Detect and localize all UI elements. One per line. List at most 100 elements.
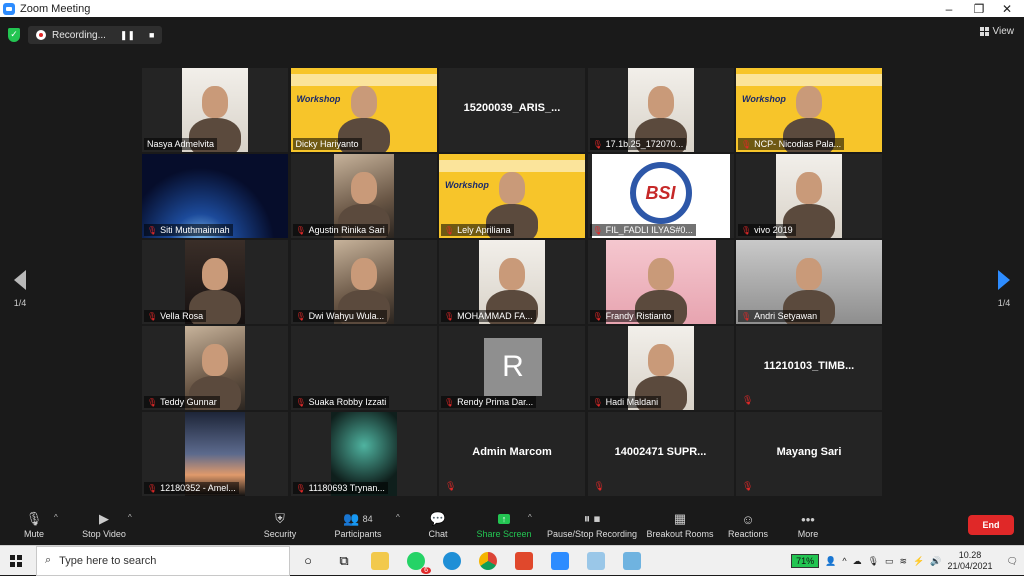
chrome-icon[interactable]	[470, 546, 506, 576]
security-button[interactable]: ⛨ Security	[244, 509, 316, 539]
participant-display-name: Mayang Sari	[776, 446, 842, 458]
participants-button[interactable]: 👥 84 Participants	[322, 509, 394, 539]
person-face	[350, 86, 377, 118]
person-face	[202, 344, 228, 376]
participant-tile[interactable]: 🎙 17.1b.25_172070...	[587, 68, 734, 152]
notes-icon[interactable]	[614, 546, 650, 576]
minimize-button[interactable]: –	[934, 0, 964, 17]
share-options-chevron-icon[interactable]: ^	[528, 513, 532, 522]
previous-page-button[interactable]: 1/4	[10, 270, 30, 308]
encryption-shield-icon[interactable]: ✓	[8, 28, 20, 42]
title-bar: Zoom Meeting – ❐ ✕	[0, 0, 1024, 17]
breakout-rooms-button[interactable]: ▦ Breakout Rooms	[644, 509, 716, 539]
edge-icon[interactable]	[434, 546, 470, 576]
participant-name-label: 🎙 12180352 - Amel...	[144, 482, 239, 494]
participant-tile[interactable]: 14002471 SUPR... 🎙	[587, 412, 734, 496]
participant-tile[interactable]: Workshop 🎙 NCP- Nicodias Pala...	[736, 68, 882, 152]
pause-stop-recording-button[interactable]: ⏸ ⏹ Pause/Stop Recording	[545, 509, 639, 539]
participant-tile[interactable]: 🎙 Dwi Wahyu Wula...	[290, 240, 437, 324]
notifications-icon[interactable]: 🗨	[1007, 556, 1018, 567]
person-face	[350, 172, 377, 204]
muted-mic-icon: 🎙	[147, 397, 158, 407]
person-face	[647, 258, 674, 290]
close-button[interactable]: ✕	[992, 0, 1022, 17]
task-view-icon[interactable]: ⧉	[326, 546, 362, 576]
participant-tile[interactable]: R 🎙 Rendy Prima Dar...	[439, 326, 585, 410]
participant-tile[interactable]: 🎙 Siti Muthmainnah	[142, 154, 288, 238]
participant-tile[interactable]: Mayang Sari 🎙	[736, 412, 882, 496]
power-icon[interactable]: ⚡	[913, 556, 924, 567]
participant-tile[interactable]: 🎙 Agustin Rinika Sari	[290, 154, 437, 238]
window-title: Zoom Meeting	[20, 2, 91, 15]
file-explorer-icon[interactable]	[362, 546, 398, 576]
participant-name: Teddy Gunnar	[160, 397, 217, 407]
clock[interactable]: 10.28 21/04/2021	[948, 550, 993, 572]
cloud-icon[interactable]: ☁	[853, 556, 862, 567]
participants-chevron-icon[interactable]: ^	[396, 513, 400, 522]
stop-video-label: Stop Video	[82, 529, 126, 539]
volume-icon[interactable]: 🔊	[930, 556, 941, 567]
meeting-toolbar: 🎙 Mute ^ ▶ Stop Video ^ ⛨ Security 👥 84 …	[0, 507, 1024, 545]
mic-tray-icon[interactable]: 🎙	[868, 556, 879, 567]
user-icon[interactable]: 👤	[825, 556, 836, 567]
participant-tile[interactable]: BSI 🎙 FIL_FADLI ILYAS#0...	[587, 154, 734, 238]
participant-name-label: 🎙 11180693 Trynan...	[292, 482, 388, 494]
mute-button[interactable]: 🎙 Mute	[0, 509, 70, 539]
end-meeting-button[interactable]: End	[968, 515, 1014, 535]
participant-tile[interactable]: 🎙 Hadi Maldani	[587, 326, 734, 410]
participants-count: 84	[362, 514, 373, 524]
zoom-app-icon[interactable]	[542, 546, 578, 576]
participant-name-label: 🎙 Siti Muthmainnah	[144, 224, 233, 236]
participant-tile[interactable]: 🎙 Teddy Gunnar	[142, 326, 288, 410]
participant-tile[interactable]: 🎙 vivo 2019	[736, 154, 882, 238]
windows-start-icon[interactable]	[10, 554, 22, 567]
person-face	[796, 86, 822, 118]
participant-tile[interactable]: 🎙 Vella Rosa	[142, 240, 288, 324]
whatsapp-icon[interactable]: 6	[398, 546, 434, 576]
view-button[interactable]: View	[979, 26, 1014, 37]
person-face	[202, 86, 228, 118]
battery-indicator[interactable]: 71%	[791, 554, 820, 568]
participant-name-label: 🎙 Vella Rosa	[144, 310, 207, 322]
office-icon[interactable]	[506, 546, 542, 576]
page-indicator-right: 1/4	[997, 298, 1011, 308]
participant-display-name: 14002471 SUPR...	[614, 446, 707, 458]
participant-tile[interactable]: Nasya Admelvita	[142, 68, 288, 152]
muted-mic-icon: 🎙	[147, 483, 158, 493]
participant-name-label: 🎙 Hadi Maldani	[589, 396, 662, 408]
participant-tile[interactable]: Workshop 🎙 Lely Apriliana	[439, 154, 585, 238]
participant-tile[interactable]: 🎙 Frandy Ristianto	[587, 240, 734, 324]
muted-mic-icon: 🎙	[295, 311, 306, 321]
participant-name: Suaka Robby Izzati	[308, 397, 387, 407]
participant-tile[interactable]: 🎙 MOHAMMAD FA...	[439, 240, 585, 324]
more-button[interactable]: ••• More	[772, 509, 844, 540]
maximize-button[interactable]: ❐	[964, 0, 994, 17]
notification-badge: 6	[421, 566, 431, 574]
chat-button[interactable]: 💬 Chat	[402, 509, 474, 539]
page-indicator-left: 1/4	[13, 298, 27, 308]
muted-mic-icon: 🎙	[742, 395, 754, 405]
participant-tile[interactable]: Workshop Dicky Hariyanto	[290, 68, 437, 152]
participant-tile[interactable]: 🎙 12180352 - Amel...	[142, 412, 288, 496]
participant-tile[interactable]: 11210103_TIMB... 🎙	[736, 326, 882, 410]
more-dots-icon: •••	[801, 511, 815, 527]
display-icon[interactable]: ▭	[885, 556, 894, 567]
participant-tile[interactable]: 🎙 Suaka Robby Izzati	[290, 326, 437, 410]
video-options-chevron-icon[interactable]: ^	[128, 513, 132, 522]
participant-tile[interactable]: 15200039_ARIS_...	[439, 68, 585, 152]
audio-options-chevron-icon[interactable]: ^	[54, 513, 58, 522]
chevron-up-icon[interactable]: ^	[842, 556, 846, 566]
next-page-button[interactable]: 1/4	[994, 270, 1014, 308]
participant-tile[interactable]: Admin Marcom 🎙	[439, 412, 585, 496]
participant-name: Nasya Admelvita	[147, 139, 215, 149]
taskbar-search-box[interactable]: ⌕ Type here to search	[36, 545, 290, 576]
paint-icon[interactable]	[578, 546, 614, 576]
stop-recording-icon[interactable]: ■	[149, 30, 154, 40]
cortana-icon[interactable]: ○	[290, 546, 326, 576]
participant-tile[interactable]: 🎙 Andri Setyawan	[736, 240, 882, 324]
participant-tile[interactable]: 🎙 11180693 Trynan...	[290, 412, 437, 496]
wifi-icon[interactable]: ≋	[900, 556, 908, 567]
participant-name-label: 🎙 Rendy Prima Dar...	[441, 396, 537, 408]
pause-recording-icon[interactable]: ❚❚	[120, 30, 135, 41]
participant-name-label: 🎙 Teddy Gunnar	[144, 396, 220, 408]
